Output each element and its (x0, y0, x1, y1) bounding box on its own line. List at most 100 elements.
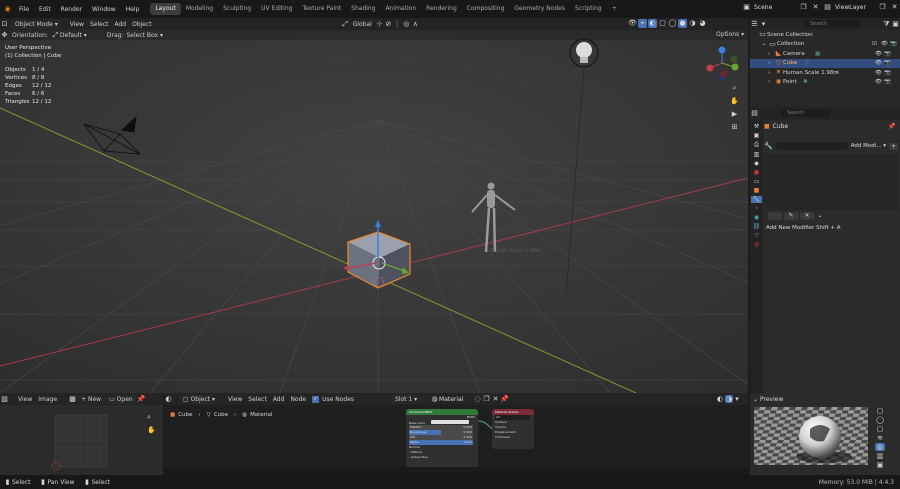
outliner-row-cube[interactable]: › ▽ Cube ▽ 👁 📷 (750, 58, 900, 68)
workspace-tab-animation[interactable]: Animation (381, 3, 422, 15)
workspace-tab-modeling[interactable]: Modeling (181, 3, 218, 15)
close-scene-icon[interactable]: ✕ (811, 3, 820, 12)
transform-orientation-dropdown[interactable]: Global (350, 21, 375, 28)
modifier-slot-button[interactable] (768, 212, 782, 220)
material-output-node[interactable]: Material Output All Surface Volume Displ… (492, 409, 534, 449)
zoom-icon[interactable]: ⌕ (730, 84, 739, 93)
preview-collapse-icon[interactable]: ⌄ (753, 396, 760, 403)
proportional-edit-icon[interactable]: ◎ (402, 20, 411, 29)
move-tool-icon[interactable]: ✥ (0, 31, 9, 40)
menu-view[interactable]: View (67, 21, 87, 28)
modifier-tab-icon[interactable]: 🔧 (751, 196, 762, 203)
snap-target-icon[interactable]: ⋮ (393, 20, 402, 29)
image-editor-type-icon[interactable]: ▧ (0, 395, 9, 404)
node-pin-icon[interactable]: 📌 (500, 395, 509, 404)
menu-file[interactable]: File (14, 6, 34, 13)
camera-render-icon[interactable]: 📷 (884, 51, 891, 57)
menu-add[interactable]: Add (111, 21, 129, 28)
node-snapping-icon[interactable]: ◐ (717, 395, 723, 403)
uv-grid-canvas[interactable] (0, 405, 163, 475)
options-dropdown[interactable]: Options ▾ (712, 30, 749, 39)
material-browse-icon[interactable]: ◍ (430, 395, 439, 404)
display-mode-icon[interactable]: ▾ (759, 20, 768, 29)
outliner-search-field[interactable]: Search (804, 20, 862, 28)
camera-view-icon[interactable]: ▶ (730, 110, 739, 119)
add-modifier-button[interactable]: Add Modi... ▾ (851, 143, 886, 149)
camera-render-icon[interactable]: 📷 (884, 60, 891, 66)
menu-edit[interactable]: Edit (34, 6, 56, 13)
shader-editor-type-icon[interactable]: ◐ (164, 395, 173, 404)
node-menu-select[interactable]: Select (245, 396, 270, 403)
copy-view-layer-icon[interactable]: ❐ (878, 3, 887, 12)
data-tab-icon[interactable]: ▽ (754, 232, 759, 239)
outliner-row-scene-collection[interactable]: ▭ Scene Collection (750, 30, 900, 40)
outliner-row-human-scale[interactable]: › ✶ Human Scale 1.98m ✶ 👁 📷 (750, 68, 900, 78)
preview-fluid-icon[interactable]: ▣ (877, 461, 884, 469)
eye-icon[interactable]: 👁 (875, 70, 884, 76)
properties-editor-icon[interactable]: ▤ (750, 109, 759, 118)
overlay-toggle-icon[interactable]: ◐ (648, 19, 657, 28)
node-menu-add[interactable]: Add (270, 396, 288, 403)
add-modifier-plus-icon[interactable]: + (888, 142, 898, 150)
node-overlay-menu-icon[interactable]: ▾ (735, 395, 739, 403)
menu-object[interactable]: Object (129, 21, 155, 28)
material-slot-dropdown[interactable]: Slot 1 ▾ (391, 394, 428, 404)
pivot-icon[interactable]: ⊹ (375, 20, 384, 29)
scene-name[interactable]: Scene (754, 4, 796, 11)
image-menu-view[interactable]: View (15, 396, 35, 403)
outliner-editor-icon[interactable]: ☰ (750, 20, 759, 29)
workspace-tab-sculpting[interactable]: Sculpting (218, 3, 256, 15)
world-tab-icon[interactable]: ● (754, 169, 759, 176)
rendered-shading-icon[interactable]: ◕ (698, 19, 707, 28)
viewport-scene[interactable]: Human Scale 1.98m (0, 30, 748, 393)
tool-tab-icon[interactable]: ⚒ (754, 123, 759, 130)
exclude-checkbox-icon[interactable]: ☑ (872, 41, 881, 47)
outliner-row-camera[interactable]: › ◣ Camera ▦ 👁 📷 (750, 49, 900, 59)
outliner-row-point[interactable]: › ✺ Point ✺ 👁 📷 (750, 78, 900, 88)
duplicate-material-icon[interactable]: ❐ (482, 395, 491, 404)
workspace-tab-layout[interactable]: Layout (150, 3, 181, 15)
outliner-row-collection[interactable]: ⌄ ▭ Collection ☑ 👁 📷 (750, 40, 900, 50)
bsdf-panel-subsurface[interactable]: › Subsurface (406, 455, 478, 460)
eye-icon[interactable]: 👁 (875, 79, 884, 85)
3d-viewport[interactable]: Human Scale 1.98m User Perspective (1) C… (0, 30, 748, 393)
view-layer-tab-icon[interactable]: ▥ (754, 151, 760, 158)
output-input-thickness[interactable]: Thickness (492, 435, 534, 440)
gizmo-toggle-icon[interactable]: ⌖ (638, 19, 647, 28)
view-layer-name[interactable]: ViewLayer (835, 4, 875, 11)
image-zoom-icon[interactable]: ⌕ (147, 413, 156, 422)
orientation-dropdown[interactable]: Default ▾ (60, 32, 104, 39)
scene-tab-icon[interactable]: ◆ (754, 160, 759, 167)
image-browse-icon[interactable]: ▩ (68, 395, 77, 404)
image-pin-icon[interactable]: 📌 (137, 395, 146, 404)
object-name[interactable]: Cube (773, 123, 789, 130)
principled-bsdf-node[interactable]: Principled BSDF BSDF Base Color Metallic… (406, 409, 478, 473)
workspace-tab-geometry-nodes[interactable]: Geometry Nodes (509, 3, 570, 15)
add-workspace-button[interactable]: + (607, 3, 622, 15)
mode-dropdown[interactable]: Object Mode ▾ (11, 19, 62, 29)
scene-icon[interactable]: ▣ (742, 3, 751, 12)
node-editor-scrollbar-area[interactable] (164, 467, 748, 475)
copy-scene-icon[interactable]: ❐ (799, 3, 808, 12)
output-tab-icon[interactable]: ⎙ (754, 141, 759, 149)
node-menu-node[interactable]: Node (287, 396, 309, 403)
filter-icon[interactable]: ⧩ (882, 20, 891, 29)
view-layer-icon[interactable]: ▤ (823, 3, 832, 12)
preview-cube-icon[interactable]: ▢ (877, 425, 884, 433)
modifier-search[interactable] (775, 142, 848, 150)
workspace-tab-uv-editing[interactable]: UV Editing (256, 3, 297, 15)
camera-render-icon[interactable]: 📷 (890, 41, 897, 47)
preview-hair-icon[interactable]: ≋ (877, 434, 883, 442)
menu-window[interactable]: Window (87, 6, 121, 13)
material-shading-icon[interactable]: ◑ (688, 19, 697, 28)
menu-help[interactable]: Help (121, 6, 145, 13)
wireframe-shading-icon[interactable]: ◯ (668, 19, 677, 28)
workspace-tab-texture-paint[interactable]: Texture Paint (297, 3, 346, 15)
particles-tab-icon[interactable]: ⁘ (754, 205, 759, 212)
preview-shaderball-icon[interactable]: ◍ (874, 443, 886, 451)
modifier-edit-icon[interactable]: ✎ (784, 212, 798, 220)
solid-shading-icon[interactable]: ● (678, 19, 687, 28)
node-overlay-icon[interactable]: ◑ (725, 395, 734, 403)
image-pan-icon[interactable]: ✋ (147, 426, 156, 434)
eye-icon[interactable]: 👁 (875, 60, 884, 66)
